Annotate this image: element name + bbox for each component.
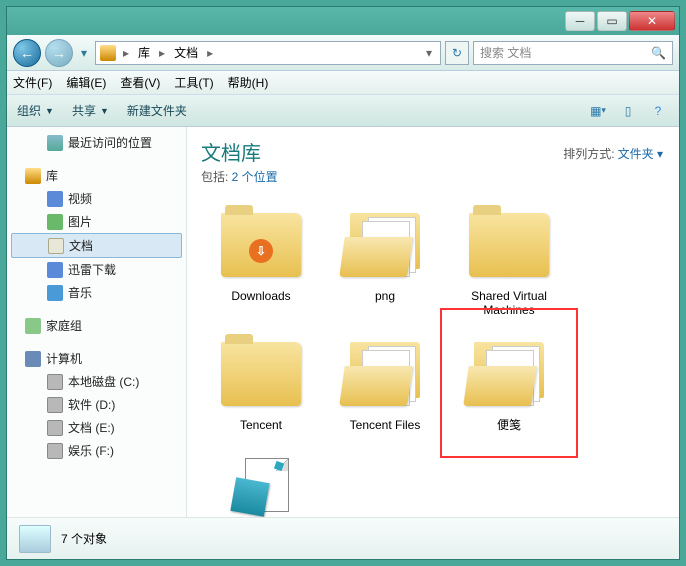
drive-icon <box>47 443 63 459</box>
sort-value[interactable]: 文件夹 ▾ <box>618 147 663 161</box>
item-thumb <box>216 448 306 517</box>
navigation-pane: 最近访问的位置 库 视频 图片 文档 迅雷下载 音乐 家庭组 计算机 本地磁盘 … <box>7 127 187 517</box>
content-pane: 文档库 包括: 2 个位置 排列方式: 文件夹 ▾ ⇩ Downloads png S… <box>187 127 679 517</box>
share-button[interactable]: 共享▼ <box>72 102 109 119</box>
titlebar: ─ ▭ ✕ <box>7 7 679 35</box>
file-item[interactable]: 便笺 <box>449 330 569 436</box>
forward-button[interactable]: → <box>45 39 73 67</box>
back-button[interactable]: ← <box>13 39 41 67</box>
breadcrumb-root[interactable]: 库 <box>136 43 152 62</box>
address-bar[interactable]: ▸ 库 ▸ 文档 ▸ ▾ <box>95 41 441 65</box>
breadcrumb-current[interactable]: 文档 <box>172 43 200 62</box>
item-label: 便笺 <box>453 418 565 432</box>
sidebar-homegroup[interactable]: 家庭组 <box>7 314 186 337</box>
item-thumb: ⇩ <box>216 205 306 285</box>
explorer-window: ─ ▭ ✕ ← → ▾ ▸ 库 ▸ 文档 ▸ ▾ ↻ 搜索 文档 🔍 文件(F)… <box>6 6 680 560</box>
maximize-button[interactable]: ▭ <box>597 11 627 31</box>
file-item[interactable]: ⇩ Downloads <box>201 201 321 322</box>
sidebar-recent[interactable]: 最近访问的位置 <box>7 131 186 154</box>
status-bar: 7 个对象 <box>7 517 679 559</box>
menu-file[interactable]: 文件(F) <box>13 74 52 91</box>
minimize-button[interactable]: ─ <box>565 11 595 31</box>
sidebar-library[interactable]: 库 <box>7 164 186 187</box>
item-thumb <box>464 334 554 414</box>
nav-history-dropdown[interactable]: ▾ <box>77 43 91 63</box>
address-dropdown[interactable]: ▾ <box>422 46 436 60</box>
homegroup-icon <box>25 318 41 334</box>
recent-icon <box>47 135 63 151</box>
search-box[interactable]: 搜索 文档 🔍 <box>473 41 673 65</box>
help-button[interactable]: ? <box>647 101 669 121</box>
menu-bar: 文件(F) 编辑(E) 查看(V) 工具(T) 帮助(H) <box>7 71 679 95</box>
refresh-button[interactable]: ↻ <box>445 41 469 65</box>
close-button[interactable]: ✕ <box>629 11 675 31</box>
sidebar-pictures[interactable]: 图片 <box>7 210 186 233</box>
sidebar-drive-d[interactable]: 软件 (D:) <box>7 393 186 416</box>
status-text: 7 个对象 <box>61 530 107 547</box>
items-grid: ⇩ Downloads png Shared Virtual Machines Tenc… <box>187 191 679 517</box>
sidebar-computer[interactable]: 计算机 <box>7 347 186 370</box>
menu-help[interactable]: 帮助(H) <box>228 74 269 91</box>
menu-tools[interactable]: 工具(T) <box>174 74 213 91</box>
library-subtitle: 包括: 2 个位置 <box>201 168 665 185</box>
drive-icon <box>47 374 63 390</box>
item-thumb <box>464 205 554 285</box>
search-icon: 🔍 <box>651 46 666 60</box>
file-item[interactable]: Shared Virtual Machines <box>449 201 569 322</box>
sidebar-documents[interactable]: 文档 <box>11 233 182 258</box>
file-item[interactable]: png <box>325 201 445 322</box>
menu-edit[interactable]: 编辑(E) <box>66 74 106 91</box>
locations-link[interactable]: 2 个位置 <box>232 170 278 184</box>
item-thumb <box>216 334 306 414</box>
item-label: png <box>329 289 441 303</box>
item-label: Downloads <box>205 289 317 303</box>
download-icon <box>47 262 63 278</box>
drive-icon <box>47 397 63 413</box>
document-icon <box>48 238 64 254</box>
library-icon <box>100 45 116 61</box>
body: 最近访问的位置 库 视频 图片 文档 迅雷下载 音乐 家庭组 计算机 本地磁盘 … <box>7 127 679 517</box>
status-icon <box>19 525 51 553</box>
item-label: Tencent Files <box>329 418 441 432</box>
file-item[interactable]: 备份.reg <box>201 444 321 517</box>
library-icon <box>25 168 41 184</box>
sidebar-xunlei[interactable]: 迅雷下载 <box>7 258 186 281</box>
search-placeholder: 搜索 文档 <box>480 44 531 61</box>
sort-control[interactable]: 排列方式: 文件夹 ▾ <box>563 145 663 162</box>
content-header: 文档库 包括: 2 个位置 排列方式: 文件夹 ▾ <box>187 127 679 191</box>
music-icon <box>47 285 63 301</box>
nav-bar: ← → ▾ ▸ 库 ▸ 文档 ▸ ▾ ↻ 搜索 文档 🔍 <box>7 35 679 71</box>
video-icon <box>47 191 63 207</box>
organize-button[interactable]: 组织▼ <box>17 102 54 119</box>
file-item[interactable]: Tencent <box>201 330 321 436</box>
item-thumb <box>340 205 430 285</box>
menu-view[interactable]: 查看(V) <box>120 74 160 91</box>
breadcrumb-sep: ▸ <box>156 46 168 60</box>
item-label: Tencent <box>205 418 317 432</box>
drive-icon <box>47 420 63 436</box>
sidebar-videos[interactable]: 视频 <box>7 187 186 210</box>
breadcrumb-sep: ▸ <box>120 46 132 60</box>
sidebar-drive-c[interactable]: 本地磁盘 (C:) <box>7 370 186 393</box>
preview-pane-button[interactable]: ▯ <box>617 101 639 121</box>
command-bar: 组织▼ 共享▼ 新建文件夹 ▦▾ ▯ ? <box>7 95 679 127</box>
file-item[interactable]: Tencent Files <box>325 330 445 436</box>
computer-icon <box>25 351 41 367</box>
item-label: Shared Virtual Machines <box>453 289 565 318</box>
sidebar-drive-e[interactable]: 文档 (E:) <box>7 416 186 439</box>
sidebar-music[interactable]: 音乐 <box>7 281 186 304</box>
picture-icon <box>47 214 63 230</box>
new-folder-button[interactable]: 新建文件夹 <box>127 102 187 119</box>
sidebar-drive-f[interactable]: 娱乐 (F:) <box>7 439 186 462</box>
view-options-button[interactable]: ▦▾ <box>587 101 609 121</box>
breadcrumb-sep: ▸ <box>204 46 216 60</box>
item-thumb <box>340 334 430 414</box>
